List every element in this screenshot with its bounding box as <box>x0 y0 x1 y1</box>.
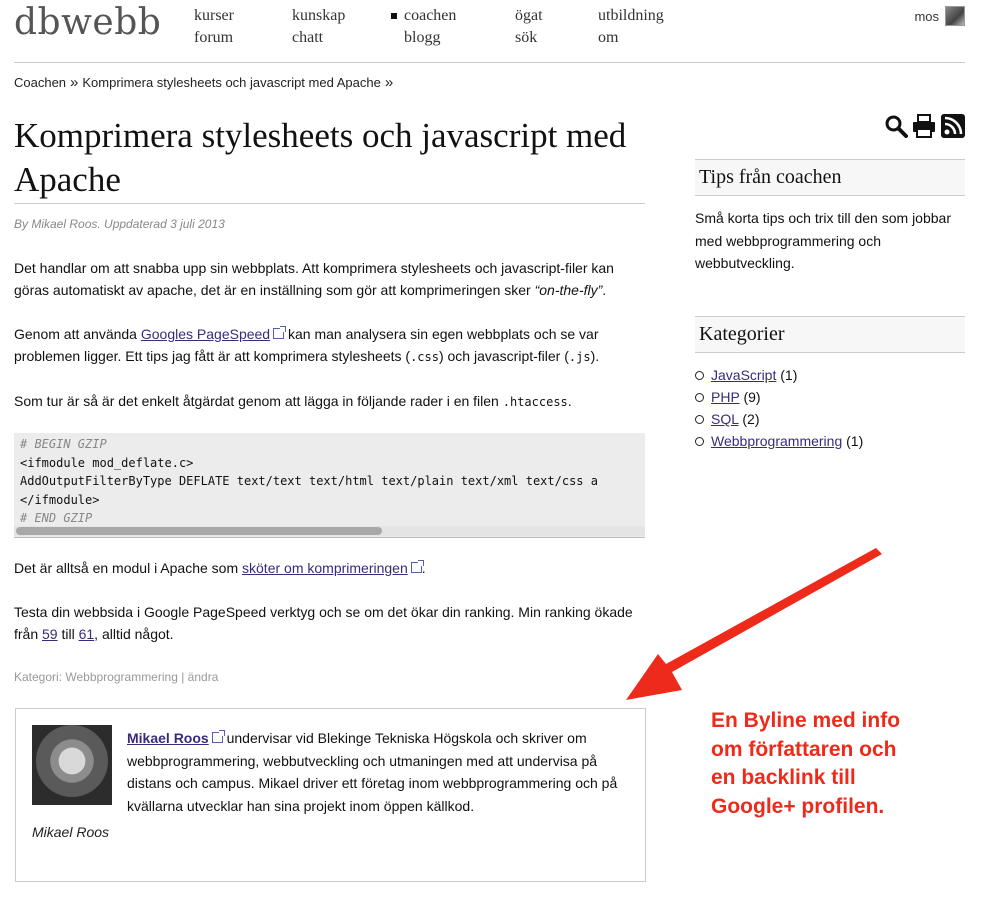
category-count: (1) <box>780 367 798 383</box>
category-count: (9) <box>743 389 761 405</box>
external-link-icon <box>410 560 424 573</box>
annotation-line: en backlink till <box>711 766 856 789</box>
paragraph: Testa din webbsida i Google PageSpeed ve… <box>14 601 646 645</box>
breadcrumb-separator: » <box>384 74 394 91</box>
category-count: (2) <box>742 411 760 427</box>
sidebar-tips-text: Små korta tips och trix till den som job… <box>695 210 951 271</box>
link-ranking-61[interactable]: 61 <box>79 626 95 642</box>
print-icon[interactable] <box>912 114 936 138</box>
text: Som tur är så är det enkelt åtgärdat gen… <box>14 393 503 409</box>
author-signature: Mikael Roos <box>32 824 110 840</box>
search-icon[interactable] <box>884 114 908 138</box>
code-block[interactable]: # BEGIN GZIP <ifmodule mod_deflate.c> Ad… <box>14 433 645 538</box>
nav-item-om[interactable]: om <box>598 27 618 49</box>
annotation-arrow-icon <box>626 548 882 700</box>
annotation-line: En Byline med info <box>711 709 901 732</box>
nav-item-kurser[interactable]: kurser <box>194 5 234 27</box>
nav-item-coachen[interactable]: coachen <box>391 5 457 27</box>
annotation-text: En Byline med info om författaren och en… <box>711 707 900 821</box>
category-count: (1) <box>846 433 864 449</box>
title-divider <box>14 203 645 204</box>
external-link-icon <box>211 730 225 743</box>
breadcrumb-separator: » <box>70 74 79 91</box>
nav-item-ogat[interactable]: ögat <box>515 5 543 27</box>
sidebar-tips-title: Tips från coachen <box>695 159 965 196</box>
text: Genom att använda <box>14 326 141 342</box>
breadcrumb-item-coachen[interactable]: Coachen <box>14 75 66 90</box>
category-link-php[interactable]: PHP <box>711 389 740 405</box>
code-line: <ifmodule mod_deflate.c> <box>20 455 194 470</box>
category-item: JavaScript (1) <box>695 364 965 386</box>
author-profile-link[interactable]: Mikael Roos <box>127 730 209 746</box>
category-item: PHP (9) <box>695 386 965 408</box>
category-item: SQL (2) <box>695 408 965 430</box>
category-link-sql[interactable]: SQL <box>711 411 739 427</box>
link-googles-pagespeed[interactable]: Googles PageSpeed <box>141 326 270 342</box>
nav-item-utbildning[interactable]: utbildning <box>598 5 664 27</box>
code-comment: # BEGIN GZIP <box>20 437 107 451</box>
separator: | <box>177 670 188 684</box>
article-category: Kategori: Webbprogrammering | ändra <box>14 670 218 684</box>
category-link-webbprogrammering[interactable]: Webbprogrammering <box>711 433 842 449</box>
external-link-icon <box>273 326 287 339</box>
page-title: Komprimera stylesheets och javascript me… <box>14 116 627 199</box>
code-scrollbar-thumb[interactable] <box>16 527 382 535</box>
edit-link[interactable]: ändra <box>188 670 219 684</box>
nav-item-label: coachen <box>404 7 457 24</box>
category-prefix: Kategori: <box>14 670 66 684</box>
link-skoter-om-komprimeringen[interactable]: sköter om komprimeringen <box>242 560 408 576</box>
paragraph: Det är alltså en modul i Apache som sköt… <box>14 557 646 579</box>
nav-item-kunskap[interactable]: kunskap <box>292 5 345 27</box>
link-ranking-59[interactable]: 59 <box>42 626 58 642</box>
inline-code: .css <box>410 350 439 364</box>
text: ). <box>590 348 600 364</box>
paragraph: Det handlar om att snabba upp sin webbpl… <box>14 257 646 301</box>
rss-icon[interactable] <box>941 114 965 138</box>
header-divider <box>14 62 965 63</box>
site-logo[interactable]: dbwebb <box>14 2 161 43</box>
text: till <box>57 626 79 642</box>
text: Det är alltså en modul i Apache som <box>14 560 243 576</box>
paragraph: Som tur är så är det enkelt åtgärdat gen… <box>14 390 646 413</box>
nav-item-chatt[interactable]: chatt <box>292 27 323 49</box>
username: mos <box>914 8 939 24</box>
author-avatar <box>32 725 112 805</box>
text: , alltid något. <box>94 626 174 642</box>
category-link[interactable]: Webbprogrammering <box>65 670 178 684</box>
text: Det handlar om att snabba upp sin webbpl… <box>14 260 614 298</box>
breadcrumb: Coachen» Komprimera stylesheets och javas… <box>14 74 397 91</box>
category-item: Webbprogrammering (1) <box>695 430 965 452</box>
article-meta: By Mikael Roos. Uppdaterad 3 juli 2013 <box>14 217 225 231</box>
user-avatar <box>945 6 965 26</box>
author-bio: Mikael Roos undervisar vid Blekinge Tekn… <box>127 727 632 817</box>
nav-item-sok[interactable]: sök <box>515 27 537 49</box>
text: . <box>567 393 572 409</box>
annotation-line: om författaren och <box>711 737 897 761</box>
breadcrumb-item-current[interactable]: Komprimera stylesheets och javascript me… <box>82 75 380 90</box>
emphasis: “on-the-fly” <box>534 282 603 298</box>
inline-code: .htaccess <box>502 395 568 409</box>
annotation-line: Google+ profilen. <box>711 794 885 818</box>
sidebar-categories-title: Kategorier <box>695 316 965 353</box>
paragraph: Genom att använda Googles PageSpeed kan … <box>14 323 646 368</box>
category-link-javascript[interactable]: JavaScript <box>711 367 776 383</box>
inline-code: .js <box>568 350 591 364</box>
nav-item-blogg[interactable]: blogg <box>404 27 440 49</box>
code-comment: # END GZIP <box>20 511 93 525</box>
code-line: </ifmodule> <box>20 492 100 507</box>
code-line: AddOutputFilterByType DEFLATE text/text … <box>20 474 598 488</box>
sidebar-categories: Kategorier JavaScript (1) PHP (9) SQL (2… <box>695 316 965 452</box>
active-indicator-icon <box>391 13 397 19</box>
category-list: JavaScript (1) PHP (9) SQL (2) Webbprogr… <box>695 364 965 452</box>
nav-item-forum[interactable]: forum <box>194 27 233 49</box>
text: . <box>602 282 607 298</box>
sidebar-tips: Tips från coachen Små korta tips och tri… <box>695 159 965 275</box>
text: ) och javascript-filer ( <box>438 348 569 364</box>
user-menu[interactable]: mos <box>914 6 965 26</box>
